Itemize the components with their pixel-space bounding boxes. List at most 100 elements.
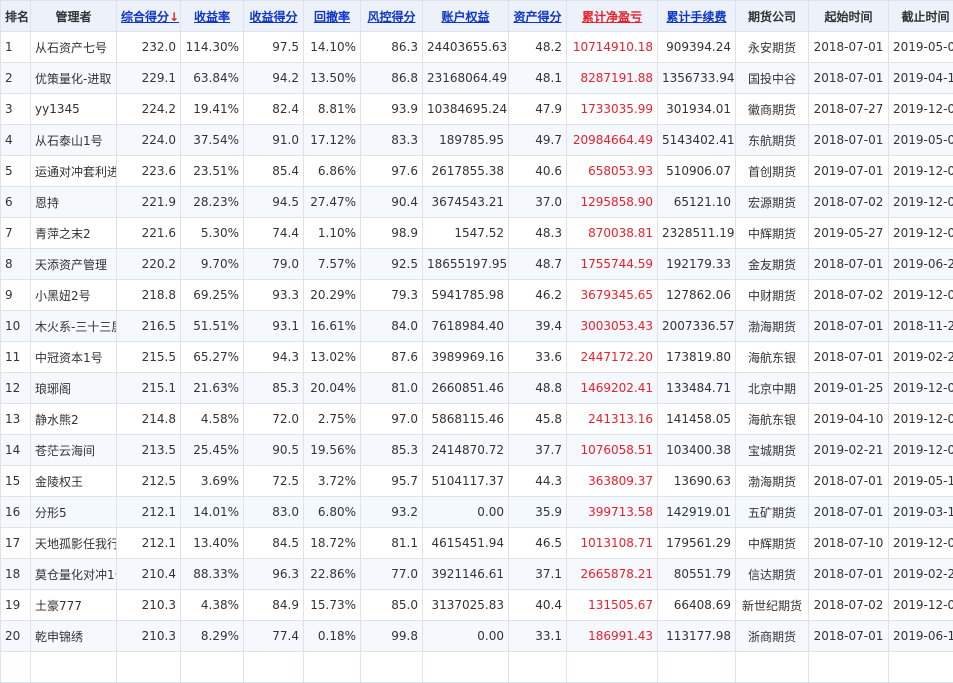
column-header-total[interactable]: 综合得分↓ <box>117 1 181 32</box>
table-row: 16分形5212.114.01%83.06.80%93.20.0035.9399… <box>1 497 953 528</box>
cell-risk_score: 81.1 <box>361 528 423 559</box>
cell-total <box>117 652 181 683</box>
cell-drawdown: 18.72% <box>304 528 361 559</box>
cell-risk_score: 81.0 <box>361 373 423 404</box>
cell-rank: 15 <box>1 466 31 497</box>
cell-total: 210.4 <box>117 559 181 590</box>
cell-broker: 五矿期货 <box>736 497 809 528</box>
cell-fee: 142919.01 <box>658 497 736 528</box>
cell-fee: 113177.98 <box>658 621 736 652</box>
cell-end: 2019-12-05 <box>889 280 953 311</box>
cell-start <box>809 652 889 683</box>
cell-drawdown: 16.61% <box>304 311 361 342</box>
cell-start: 2018-07-01 <box>809 559 889 590</box>
cell-broker: 国投中谷 <box>736 63 809 94</box>
cell-total: 218.8 <box>117 280 181 311</box>
cell-asset_score: 46.5 <box>509 528 567 559</box>
cell-drawdown: 0.18% <box>304 621 361 652</box>
cell-return_score: 94.3 <box>244 342 304 373</box>
cell-total: 214.8 <box>117 404 181 435</box>
cell-drawdown: 1.10% <box>304 218 361 249</box>
cell-return: 37.54% <box>181 125 244 156</box>
cell-net_profit: 658053.93 <box>567 156 658 187</box>
cell-return_score: 74.4 <box>244 218 304 249</box>
cell-start: 2018-07-01 <box>809 497 889 528</box>
cell-rank: 8 <box>1 249 31 280</box>
column-header-risk_score[interactable]: 风控得分 <box>361 1 423 32</box>
cell-drawdown: 22.86% <box>304 559 361 590</box>
cell-end <box>889 652 953 683</box>
cell-return: 23.51% <box>181 156 244 187</box>
cell-rank: 7 <box>1 218 31 249</box>
column-header-label: 排名 <box>5 10 29 24</box>
cell-start: 2018-07-01 <box>809 249 889 280</box>
cell-start: 2018-07-01 <box>809 32 889 63</box>
column-header-return_score[interactable]: 收益得分 <box>244 1 304 32</box>
cell-equity: 189785.95 <box>423 125 509 156</box>
cell-drawdown <box>304 652 361 683</box>
cell-manager: 优策量化-进取 <box>31 63 117 94</box>
cell-total: 212.5 <box>117 466 181 497</box>
cell-broker: 新世纪期货 <box>736 590 809 621</box>
sort-desc-icon: ↓ <box>169 10 179 24</box>
cell-net_profit: 3003053.43 <box>567 311 658 342</box>
table-row: 4从石泰山1号224.037.54%91.017.12%83.3189785.9… <box>1 125 953 156</box>
cell-rank: 10 <box>1 311 31 342</box>
cell-start: 2019-07-01 <box>809 156 889 187</box>
column-header-asset_score[interactable]: 资产得分 <box>509 1 567 32</box>
cell-drawdown: 3.72% <box>304 466 361 497</box>
cell-return_score: 77.4 <box>244 621 304 652</box>
column-header-drawdown[interactable]: 回撤率 <box>304 1 361 32</box>
header-row: 排名管理者综合得分↓ 收益率收益得分回撤率风控得分 账户权益 资产得分累计净盈亏累计手… <box>1 1 953 32</box>
column-header-label: 起始时间 <box>824 10 872 24</box>
cell-asset_score: 39.4 <box>509 311 567 342</box>
cell-end: 2019-12-05 <box>889 590 953 621</box>
cell-return_score: 94.2 <box>244 63 304 94</box>
cell-end: 2019-12-05 <box>889 373 953 404</box>
cell-broker: 中财期货 <box>736 280 809 311</box>
column-header-net_profit[interactable]: 累计净盈亏 <box>567 1 658 32</box>
table-row: 5运通对冲套利进223.623.51%85.46.86%97.62617855.… <box>1 156 953 187</box>
column-header-label: 账户权益 <box>441 10 489 24</box>
cell-return: 13.40% <box>181 528 244 559</box>
cell-return: 14.01% <box>181 497 244 528</box>
cell-return_score: 83.0 <box>244 497 304 528</box>
column-header-label: 资产得分 <box>513 10 561 24</box>
cell-equity: 0.00 <box>423 621 509 652</box>
cell-asset_score: 48.7 <box>509 249 567 280</box>
cell-broker: 宝城期货 <box>736 435 809 466</box>
cell-asset_score: 33.1 <box>509 621 567 652</box>
cell-rank: 19 <box>1 590 31 621</box>
table-row: 8天添资产管理220.29.70%79.07.57%92.518655197.9… <box>1 249 953 280</box>
cell-start: 2019-05-27 <box>809 218 889 249</box>
cell-net_profit: 8287191.88 <box>567 63 658 94</box>
cell-risk_score: 93.9 <box>361 94 423 125</box>
column-header-rank: 排名 <box>1 1 31 32</box>
cell-risk_score: 92.5 <box>361 249 423 280</box>
column-header-fee[interactable]: 累计手续费 <box>658 1 736 32</box>
cell-fee: 192179.33 <box>658 249 736 280</box>
cell-risk_score: 98.9 <box>361 218 423 249</box>
cell-drawdown: 6.80% <box>304 497 361 528</box>
column-header-manager: 管理者 <box>31 1 117 32</box>
cell-net_profit: 870038.81 <box>567 218 658 249</box>
cell-total: 215.1 <box>117 373 181 404</box>
cell-fee: 909394.24 <box>658 32 736 63</box>
cell-equity: 3674543.21 <box>423 187 509 218</box>
cell-end: 2019-12-05 <box>889 435 953 466</box>
cell-return: 63.84% <box>181 63 244 94</box>
cell-rank: 4 <box>1 125 31 156</box>
cell-broker: 首创期货 <box>736 156 809 187</box>
column-header-label: 收益率 <box>194 10 230 24</box>
cell-equity: 2660851.46 <box>423 373 509 404</box>
cell-equity: 18655197.95 <box>423 249 509 280</box>
cell-return_score: 72.0 <box>244 404 304 435</box>
cell-rank: 9 <box>1 280 31 311</box>
cell-broker: 中辉期货 <box>736 528 809 559</box>
column-header-equity[interactable]: 账户权益 <box>423 1 509 32</box>
column-header-return[interactable]: 收益率 <box>181 1 244 32</box>
table-row: 9小黑妞2号218.869.25%93.320.29%79.35941785.9… <box>1 280 953 311</box>
cell-end: 2019-04-15 <box>889 63 953 94</box>
cell-total: 216.5 <box>117 311 181 342</box>
cell-fee: 127862.06 <box>658 280 736 311</box>
